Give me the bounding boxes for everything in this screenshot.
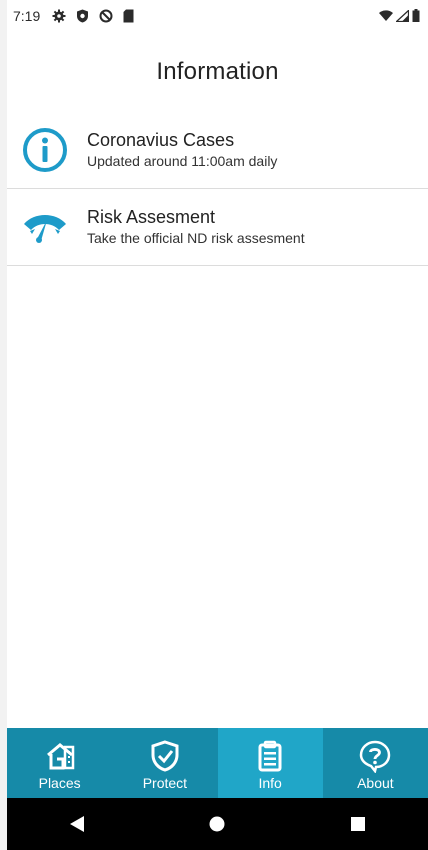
signal-icon [396, 9, 409, 22]
tab-label: Places [38, 775, 81, 791]
back-icon[interactable] [63, 810, 91, 838]
question-bubble-icon [360, 740, 391, 773]
tab-about[interactable]: About [323, 728, 428, 798]
info-list: Coronavius Cases Updated around 11:00am … [7, 112, 428, 266]
tab-label: Info [258, 775, 282, 791]
bottom-nav: Places Protect Info About [7, 728, 428, 798]
info-circle-icon [21, 126, 69, 174]
item-title: Coronavius Cases [87, 130, 235, 150]
status-icons-right [379, 9, 420, 22]
left-edge [0, 0, 7, 850]
tab-label: About [357, 775, 394, 791]
page-title: Information [156, 58, 279, 85]
tab-places[interactable]: Places [7, 728, 112, 798]
gear-icon [52, 9, 66, 23]
item-title: Risk Assesment [87, 207, 216, 227]
list-item-risk-assessment[interactable]: Risk Assesment Take the official ND risk… [7, 189, 428, 266]
shield-check-icon [151, 740, 179, 772]
item-subtitle: Take the official ND risk assesment [87, 230, 305, 246]
wifi-icon [379, 9, 393, 21]
item-subtitle: Updated around 11:00am daily [87, 153, 278, 169]
status-icons-left [52, 9, 134, 23]
battery-icon [412, 9, 420, 22]
sd-card-icon [123, 9, 134, 23]
home-icon[interactable] [203, 810, 231, 838]
recents-icon[interactable] [344, 810, 372, 838]
app-screen: 7:19 Information Coronavius Cases Update… [7, 0, 428, 850]
clipboard-icon [258, 740, 282, 772]
tab-info[interactable]: Info [217, 728, 323, 798]
status-time: 7:19 [13, 8, 41, 24]
house-icon [46, 743, 74, 770]
gauge-icon [21, 203, 69, 251]
list-item-coronavirus-cases[interactable]: Coronavius Cases Updated around 11:00am … [7, 112, 428, 189]
tab-protect[interactable]: Protect [112, 728, 217, 798]
system-nav-bar [7, 798, 428, 850]
shield-icon [77, 9, 89, 23]
tab-label: Protect [142, 775, 188, 791]
status-bar: 7:19 [7, 0, 428, 32]
do-not-disturb-icon [99, 9, 113, 23]
